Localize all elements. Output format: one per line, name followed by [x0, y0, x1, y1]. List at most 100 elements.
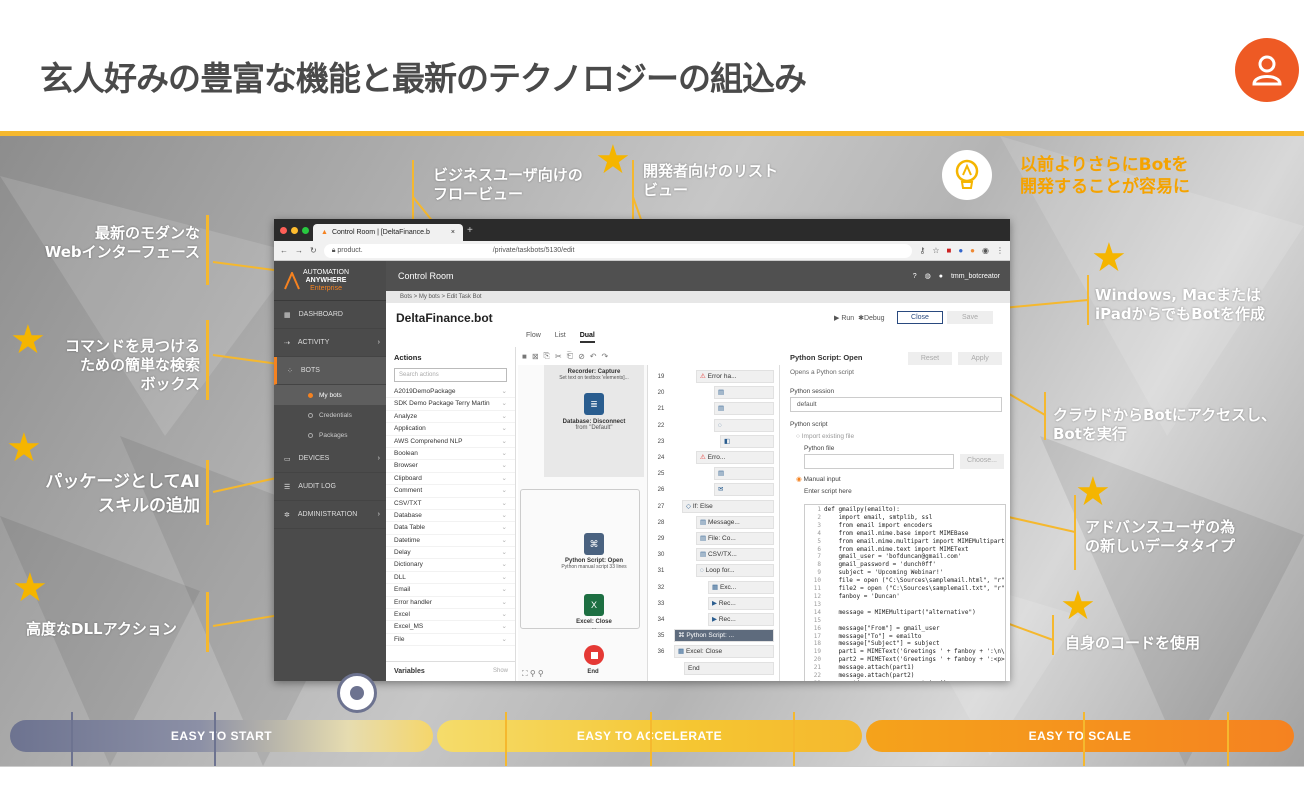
run-debug[interactable]: ▶ Run ✱Debug: [834, 314, 885, 322]
key-icon[interactable]: ⚷: [919, 246, 925, 255]
action-item[interactable]: SDK Demo Package Terry Martin ⌄: [386, 398, 515, 411]
list-row[interactable]: 22 ◌: [650, 418, 780, 434]
python-session-input[interactable]: default: [790, 397, 1002, 412]
action-item[interactable]: Clipboard ⌄: [386, 473, 515, 486]
variables-bar[interactable]: Variables Show: [386, 661, 516, 681]
action-item[interactable]: CSV/TXT ⌄: [386, 498, 515, 510]
nav-dashboard[interactable]: ▦ DASHBOARD: [274, 301, 386, 329]
action-item[interactable]: DLL ⌄: [386, 572, 515, 585]
nav-devices[interactable]: ▭ DEVICES ›: [274, 445, 386, 473]
forward-icon[interactable]: →: [295, 246, 303, 255]
record-icon[interactable]: ■: [522, 352, 527, 361]
list-row[interactable]: 24 ⚠ Erro...: [650, 450, 780, 466]
close-tab-icon[interactable]: ×: [451, 229, 455, 236]
action-item[interactable]: Error handler ⌄: [386, 597, 515, 610]
address-bar[interactable]: 🔒︎ product. /private/taskbots/5130/edit: [323, 243, 913, 258]
list-row[interactable]: 23 ◧: [650, 434, 780, 450]
list-row[interactable]: 26 ✉: [650, 482, 780, 498]
action-item[interactable]: Comment ⌄: [386, 485, 515, 498]
maximize-window-dot[interactable]: [302, 226, 309, 234]
subnav-my-bots[interactable]: My bots: [274, 385, 386, 405]
action-item[interactable]: Application ⌄: [386, 423, 515, 436]
list-row[interactable]: End: [650, 661, 780, 677]
undo-icon[interactable]: ↶: [590, 352, 597, 361]
action-item[interactable]: Data Table ⌄: [386, 522, 515, 535]
action-item[interactable]: Analyze ⌄: [386, 411, 515, 424]
minimize-window-dot[interactable]: [291, 226, 298, 234]
manual-input-radio[interactable]: ◉ Manual input: [796, 475, 841, 483]
list-row[interactable]: 33 ▶ Rec...: [650, 596, 780, 612]
flow-excel-node[interactable]: X Excel: Close ...: [544, 591, 644, 631]
copy-icon[interactable]: ⎘: [544, 351, 550, 361]
run-button[interactable]: ▶ Run: [834, 315, 854, 322]
import-file-radio[interactable]: ○ Import existing file: [796, 433, 854, 440]
end-node-icon[interactable]: [584, 645, 604, 665]
action-item[interactable]: Database ⌄: [386, 510, 515, 523]
extension-icon[interactable]: ■: [946, 246, 951, 255]
action-item[interactable]: A2019DemoPackage ⌄: [386, 386, 515, 399]
redo-icon[interactable]: ↷: [601, 352, 608, 361]
breadcrumb[interactable]: Bots > My bots > Edit Task Bot: [386, 291, 1010, 303]
subnav-credentials[interactable]: Credentials: [274, 405, 386, 425]
profile-icon[interactable]: ◉: [982, 246, 989, 255]
list-row[interactable]: 30 ▤ CSV/TX...: [650, 547, 780, 563]
action-item[interactable]: AWS Comprehend NLP ⌄: [386, 436, 515, 448]
zoom-controls[interactable]: ⛶ ⚲ ⚲: [522, 669, 544, 679]
action-item[interactable]: Excel_MS ⌄: [386, 621, 515, 634]
nav-audit-log[interactable]: ☰ AUDIT LOG: [274, 473, 386, 501]
close-button[interactable]: Close: [897, 311, 943, 324]
script-editor[interactable]: 1 def gmailpy(emailto): 2 import email, sm…: [804, 504, 1006, 681]
flow-python-node[interactable]: ⌘ Python Script: Open Python manual scri…: [544, 530, 644, 570]
extension-icon[interactable]: ●: [958, 246, 963, 255]
close-window-dot[interactable]: [280, 226, 287, 234]
action-item[interactable]: Excel ⌄: [386, 609, 515, 622]
tab-flow[interactable]: Flow: [526, 332, 541, 343]
action-item[interactable]: Boolean ⌄: [386, 448, 515, 461]
debug-button[interactable]: Debug: [864, 315, 885, 322]
paste-icon[interactable]: ⎗: [567, 351, 573, 361]
disable-icon[interactable]: ⊘: [578, 352, 585, 361]
action-item[interactable]: Browser ⌄: [386, 460, 515, 473]
extension-icon[interactable]: ●: [970, 246, 975, 255]
action-item[interactable]: Delay ⌄: [386, 547, 515, 560]
flow-recorder-database-group[interactable]: Recorder: Capture Set text on textbox 'e…: [544, 365, 644, 477]
globe-icon[interactable]: ◍: [925, 272, 931, 280]
nav-bots[interactable]: ⁘ BOTS: [274, 357, 386, 385]
save-button[interactable]: Save: [947, 311, 993, 324]
list-row[interactable]: 20 ▤: [650, 385, 780, 401]
action-item[interactable]: Dictionary ⌄: [386, 559, 515, 572]
list-row[interactable]: 21 ▤: [650, 401, 780, 417]
menu-kebab-icon[interactable]: ⋮: [996, 246, 1004, 255]
reset-button[interactable]: Reset: [908, 352, 952, 365]
reload-icon[interactable]: ↻: [310, 246, 317, 255]
nav-activity[interactable]: ⇢ ACTIVITY ›: [274, 329, 386, 357]
tab-dual[interactable]: Dual: [579, 332, 595, 343]
list-row[interactable]: 29 ▤ File: Co...: [650, 531, 780, 547]
user-menu-icon[interactable]: ●: [939, 273, 943, 280]
apply-button[interactable]: Apply: [958, 352, 1002, 365]
username[interactable]: tmm_botcreator: [951, 273, 1000, 280]
bookmark-star-icon[interactable]: ☆: [932, 246, 939, 255]
list-row[interactable]: 35 ⌘ Python Script: ...: [650, 628, 780, 644]
search-actions-input[interactable]: Search actions: [394, 368, 507, 382]
list-row[interactable]: 25 ▤: [650, 466, 780, 482]
list-row[interactable]: 32 ▦ Exc...: [650, 580, 780, 596]
choose-button[interactable]: Choose...: [960, 454, 1004, 469]
action-item[interactable]: File ⌄: [386, 634, 515, 647]
list-row[interactable]: 31 ◌ Loop for...: [650, 563, 780, 579]
tab-list[interactable]: List: [555, 332, 566, 343]
list-row[interactable]: 27 ◇ If: Else: [650, 499, 780, 515]
cut-icon[interactable]: ✂: [555, 352, 562, 361]
list-row[interactable]: 28 ▤ Message...: [650, 515, 780, 531]
back-icon[interactable]: ←: [280, 246, 288, 255]
list-row[interactable]: 36 ▦ Excel: Close: [650, 644, 780, 660]
action-item[interactable]: Email ⌄: [386, 584, 515, 597]
python-file-input[interactable]: [804, 454, 954, 469]
help-icon[interactable]: ?: [913, 273, 917, 280]
browser-tab[interactable]: ▲ Control Room | [DeltaFinance.b ×: [313, 224, 463, 241]
toggle-icon[interactable]: ⊠: [532, 352, 539, 361]
action-item[interactable]: Datetime ⌄: [386, 535, 515, 548]
list-row[interactable]: 19 ⚠ Error ha...: [650, 369, 780, 385]
nav-administration[interactable]: ✲ ADMINISTRATION ›: [274, 501, 386, 529]
new-tab-icon[interactable]: +: [467, 225, 473, 236]
